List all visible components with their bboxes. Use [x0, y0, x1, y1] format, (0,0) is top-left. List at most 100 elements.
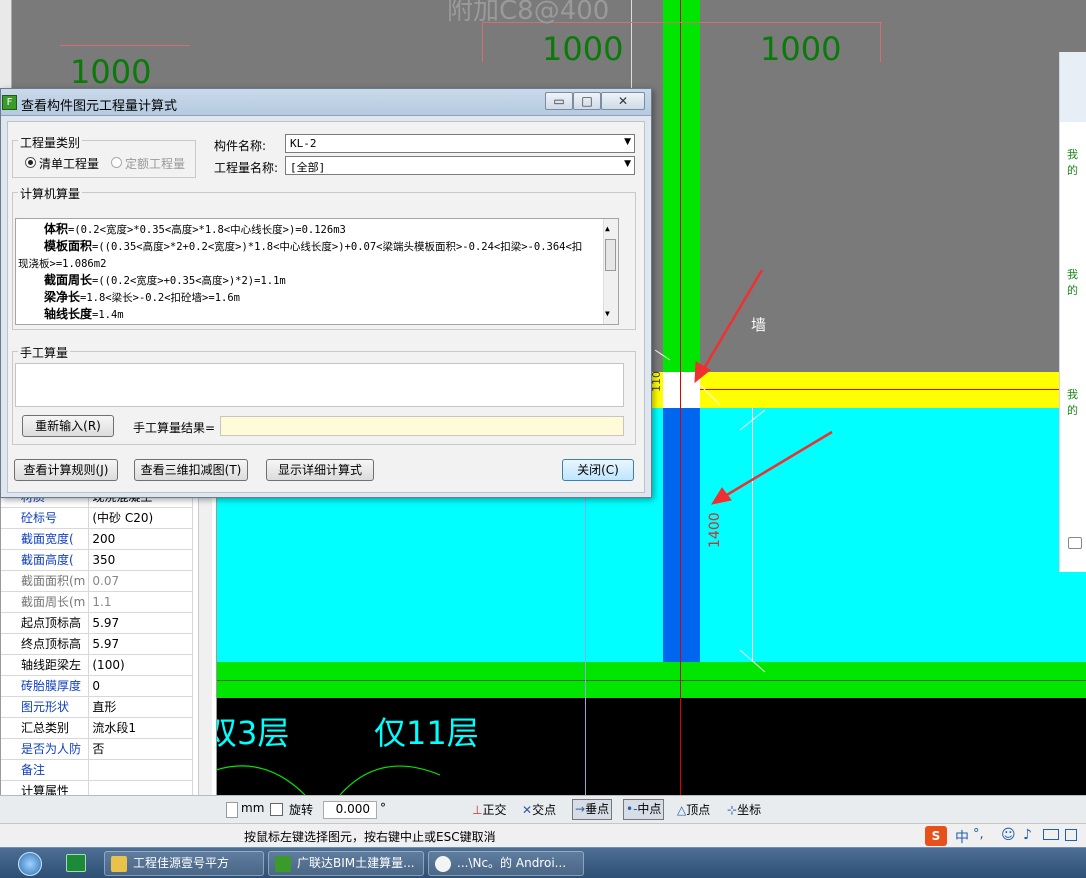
radio-list-qty[interactable] [25, 157, 36, 168]
keyboard-icon[interactable] [1043, 829, 1059, 840]
calc-line: 模板面积=((0.35<高度>*2+0.2<宽度>)*1.8<中心线长度>)+0… [18, 238, 602, 255]
ime-punct[interactable]: °, [973, 827, 984, 842]
property-row[interactable]: 备注 [1, 759, 193, 781]
radio-quota-qty-label[interactable]: 定额工程量 [125, 155, 185, 172]
qty-name-select[interactable]: [全部] ▼ [285, 156, 635, 175]
snap-intersection[interactable]: ✕交点 [522, 801, 556, 818]
property-value[interactable]: (100) [88, 654, 193, 676]
door-arc [339, 765, 441, 795]
snap-coordinate[interactable]: ⊹坐标 [727, 801, 761, 818]
folder-icon[interactable] [1068, 537, 1082, 549]
calc-item-name: 模板面积 [44, 239, 93, 253]
view-rules-button[interactable]: 查看计算规则(J) [14, 459, 118, 481]
rotate-input[interactable]: 0.000 [323, 801, 377, 819]
calc-line: 现浇板>=1.086m2 [18, 255, 602, 272]
property-row[interactable]: 终点顶标高 5.97 [1, 633, 193, 655]
scroll-down-icon[interactable]: ▼ [605, 306, 610, 322]
property-row[interactable]: 图元形状 直形 [1, 696, 193, 718]
bottom-toolbar: mm 旋转 0.000 ° ⊥正交 ✕交点 →垂点 •-中点 △顶点 ⊹坐标 [0, 795, 1086, 823]
property-value[interactable]: (中砂 C20) [88, 507, 193, 529]
property-row[interactable]: 截面面积(m 0.07 [1, 570, 193, 592]
app-shortcut-icon[interactable] [66, 854, 86, 872]
property-row[interactable]: 砼标号 (中砂 C20) [1, 507, 193, 529]
qq-icon [435, 856, 451, 872]
dim-tick [739, 649, 766, 673]
toolbox-icon[interactable] [1065, 829, 1077, 841]
dialog-titlebar[interactable]: F 查看构件图元工程量计算式 ▭ □ ✕ [1, 89, 651, 116]
ime-lang[interactable]: 中 [955, 827, 969, 847]
reinput-button[interactable]: 重新输入(R) [22, 415, 114, 437]
property-row[interactable]: 是否为人防否 [1, 738, 193, 760]
rotate-checkbox[interactable] [270, 803, 283, 816]
task-explorer[interactable]: 工程佳源壹号平方 [104, 851, 264, 876]
calc-formula-box[interactable]: 体积=(0.2<宽度>*0.35<高度>*1.8<中心线长度>)=0.126m3… [15, 218, 619, 325]
scroll-thumb[interactable] [605, 239, 616, 271]
snap-label: 中点 [637, 802, 662, 816]
snap-perpendicular[interactable]: →垂点 [572, 799, 613, 820]
property-value[interactable]: 5.97 [88, 633, 193, 655]
emoji-icon[interactable]: ☺ [1001, 827, 1016, 843]
ime-toolbar[interactable]: S 中 °, ☺ ♪ [925, 826, 1086, 846]
spin-box[interactable] [226, 802, 238, 818]
status-bar: 按鼠标左键选择图元，按右键中止或ESC键取消 [0, 823, 1086, 847]
property-row[interactable]: 轴线距梁左 (100) [1, 654, 193, 676]
chat-item[interactable]: 我的 [1067, 266, 1086, 298]
chat-item[interactable]: 我的 [1067, 386, 1086, 418]
qty-name-label: 工程量名称: [214, 161, 279, 175]
property-name: 图元形状 [1, 696, 90, 718]
close-button[interactable]: 关闭(C) [562, 459, 634, 481]
chevron-down-icon: ▼ [624, 137, 631, 147]
property-value[interactable]: 350 [88, 549, 193, 571]
snap-label: 坐标 [737, 803, 762, 817]
snap-label: 垂点 [585, 802, 610, 816]
comp-name-select[interactable]: KL-2 ▼ [285, 134, 635, 153]
property-name: 备注 [1, 759, 90, 781]
property-row[interactable]: 截面高度(350 [1, 549, 193, 571]
view-3d-button[interactable]: 查看三维扣减图(T) [134, 459, 248, 481]
app-icon: F [2, 95, 17, 110]
start-icon[interactable] [18, 852, 42, 876]
property-value[interactable]: 1.1 [88, 591, 193, 613]
calc-scrollbar[interactable]: ▲ ▼ [603, 219, 618, 324]
snap-ortho[interactable]: ⊥正交 [472, 801, 506, 818]
property-value[interactable]: 200 [88, 528, 193, 550]
calc-line: 轴线长度=1.4m [18, 306, 602, 323]
dialog-title: 查看构件图元工程量计算式 [21, 99, 178, 114]
show-detail-button[interactable]: 显示详细计算式 [266, 459, 374, 481]
scroll-up-icon[interactable]: ▲ [605, 221, 610, 237]
calc-line: 梁净长=1.8<梁长>-0.2<扣砼墙>=1.6m [18, 289, 602, 306]
snap-midpoint[interactable]: •-中点 [623, 799, 665, 820]
minimize-button[interactable]: ▭ [545, 92, 573, 110]
property-value[interactable]: 5.97 [88, 612, 193, 634]
snap-vertex[interactable]: △顶点 [677, 801, 710, 818]
property-row[interactable]: 砖胎膜厚度 0 [1, 675, 193, 697]
chat-item[interactable]: 我的 [1067, 146, 1086, 178]
radio-quota-qty[interactable] [111, 157, 122, 168]
property-value[interactable]: 直形 [88, 696, 193, 718]
property-row[interactable]: 起点顶标高 5.97 [1, 612, 193, 634]
property-row[interactable]: 汇总类别 流水段1 [1, 717, 193, 739]
property-value[interactable]: 0.07 [88, 570, 193, 592]
mic-icon[interactable]: ♪ [1023, 827, 1032, 843]
property-value[interactable] [88, 759, 193, 781]
close-window-button[interactable]: ✕ [601, 92, 645, 110]
calc-item-expr: 现浇板>=1.086m2 [18, 258, 107, 270]
property-value[interactable]: 流水段1 [88, 717, 193, 739]
sogou-icon[interactable]: S [925, 826, 947, 846]
manual-result-field[interactable] [220, 416, 624, 436]
task-qq[interactable]: ...\Nc。的 Androi... [428, 851, 584, 876]
calc-line: 梁侧面面积=1.26<原始侧面面积>-0.2<扣梁>-0.28<扣砼墙>=0.9… [18, 323, 602, 324]
chat-header [1060, 52, 1086, 122]
calc-line: 截面周长=((0.2<宽度>+0.35<高度>)*2)=1.1m [18, 272, 602, 289]
property-row[interactable]: 截面周长(m 1.1 [1, 591, 193, 613]
manual-input[interactable] [15, 363, 624, 407]
property-scrollbar[interactable] [198, 486, 212, 816]
task-glodon[interactable]: 广联达BIM土建算量... [268, 851, 424, 876]
radio-list-qty-label[interactable]: 清单工程量 [39, 155, 99, 172]
quantity-formula-dialog: F 查看构件图元工程量计算式 ▭ □ ✕ 工程量类别 清单工程量 定额工程量 构… [0, 88, 652, 498]
property-row[interactable]: 截面宽度(200 [1, 528, 193, 550]
maximize-button[interactable]: □ [573, 92, 601, 110]
property-value[interactable]: 0 [88, 675, 193, 697]
chat-panel[interactable]: 我的 我的 我的 [1059, 52, 1086, 572]
property-value[interactable]: 否 [88, 738, 193, 760]
